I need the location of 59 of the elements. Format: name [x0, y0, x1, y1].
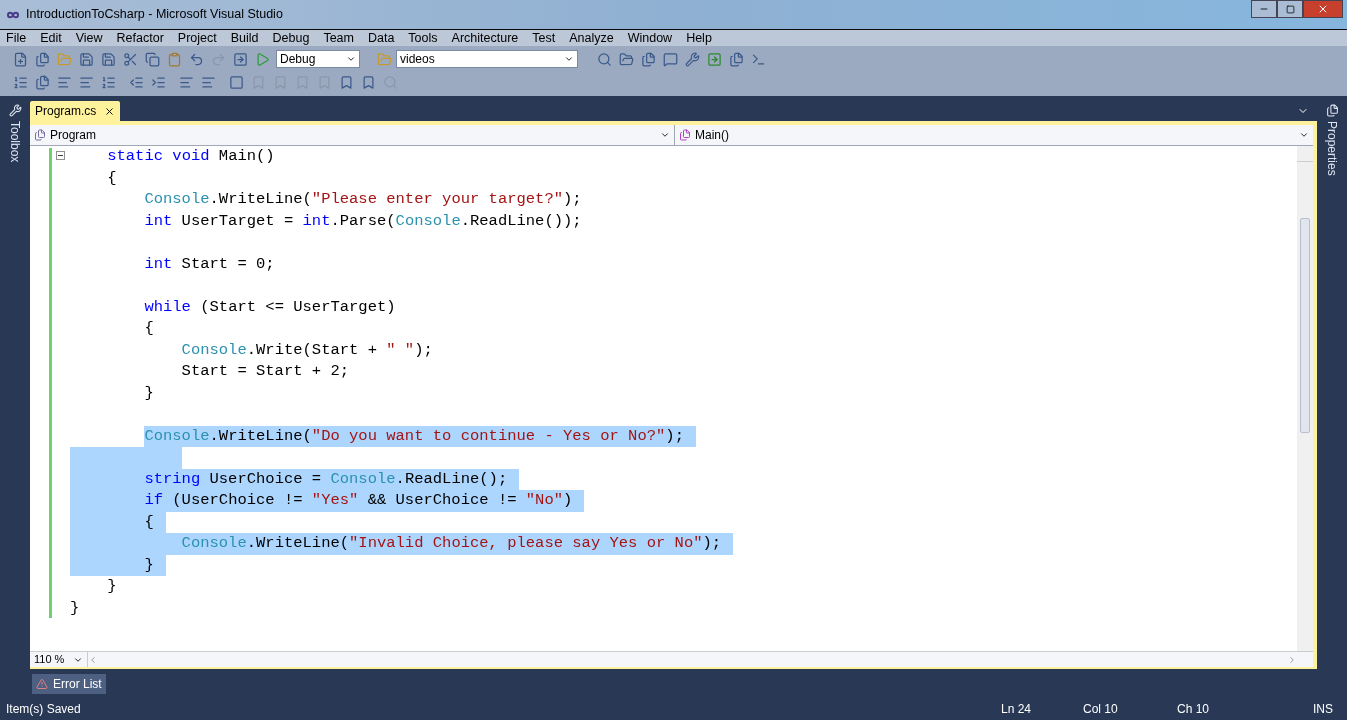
- member-dropdown[interactable]: Main(): [675, 125, 1313, 145]
- code-line: Console.Write(Start + " ");: [181, 339, 433, 361]
- menu-item[interactable]: Team: [323, 28, 354, 48]
- menu-item[interactable]: Tools: [408, 28, 438, 48]
- code-line: {: [144, 318, 154, 339]
- zoom-dropdown[interactable]: 110 %: [30, 652, 88, 667]
- properties-tab[interactable]: Properties: [1323, 121, 1341, 176]
- code-line: int Start = 0;: [144, 253, 275, 275]
- menu-item[interactable]: Project: [177, 28, 217, 48]
- infinity-icon: [4, 9, 22, 20]
- caret-icon: [564, 54, 574, 64]
- menu-item[interactable]: Edit: [40, 28, 62, 48]
- menu-item[interactable]: Architecture: [451, 28, 519, 48]
- code-line: static void Main(): [107, 146, 275, 167]
- caret-icon: [346, 54, 356, 64]
- code-line: }: [70, 597, 80, 619]
- close-button[interactable]: [1303, 0, 1343, 18]
- caret-icon: [660, 130, 670, 140]
- insert-mode: INS: [1313, 701, 1333, 718]
- caret-icon: [1299, 130, 1309, 140]
- code-line: Start = Start + 2;: [181, 361, 350, 382]
- menu-item[interactable]: Build: [230, 28, 259, 48]
- menu-item[interactable]: File: [6, 28, 27, 48]
- type-dropdown[interactable]: Program: [30, 125, 675, 145]
- menu-item[interactable]: Debug: [272, 28, 310, 48]
- menu-item[interactable]: Data: [367, 28, 395, 48]
- code-line: }: [107, 576, 117, 597]
- error-list-tab[interactable]: Error List: [32, 673, 106, 694]
- menu-item[interactable]: Refactor: [116, 28, 164, 48]
- restore-button[interactable]: [1277, 0, 1303, 18]
- code-line: int UserTarget = int.Parse(Console.ReadLine());: [144, 210, 582, 232]
- code-line: {: [107, 167, 117, 189]
- menu-item[interactable]: Help: [686, 28, 712, 48]
- vertical-scrollbar[interactable]: [1297, 146, 1313, 651]
- minimize-button[interactable]: [1251, 0, 1277, 18]
- warning-icon: [36, 677, 48, 690]
- collapse-icon[interactable]: [56, 151, 65, 160]
- scroll-left-icon[interactable]: [88, 654, 98, 665]
- code-line: }: [144, 382, 154, 404]
- menu-item[interactable]: Analyze: [569, 28, 614, 48]
- code-line: while (Start <= UserTarget): [144, 296, 396, 318]
- char-number: Ch 10: [1177, 701, 1210, 718]
- line-number: Ln 24: [1001, 701, 1032, 718]
- column-number: Col 10: [1083, 701, 1119, 718]
- close-icon[interactable]: [104, 105, 116, 117]
- close-icon: [1317, 3, 1329, 15]
- menu-item[interactable]: View: [75, 28, 103, 48]
- scroll-right-icon[interactable]: [1287, 654, 1297, 665]
- restore-icon: [1285, 4, 1295, 14]
- menu-item[interactable]: Window: [627, 28, 673, 48]
- wrench-icon: [8, 104, 22, 117]
- window-title: IntroductionToCsharp - Microsoft Visual Studio: [26, 6, 283, 24]
- toolbox-tab[interactable]: Toolbox: [6, 121, 24, 163]
- find-combo[interactable]: videos: [396, 50, 578, 68]
- status-message: Item(s) Saved: [6, 701, 81, 718]
- configuration-combo[interactable]: Debug: [276, 50, 360, 68]
- document-tab[interactable]: Program.cs: [30, 101, 121, 121]
- menu-item[interactable]: Test: [532, 28, 556, 48]
- code-line: Console.WriteLine("Please enter your target?");: [144, 189, 582, 210]
